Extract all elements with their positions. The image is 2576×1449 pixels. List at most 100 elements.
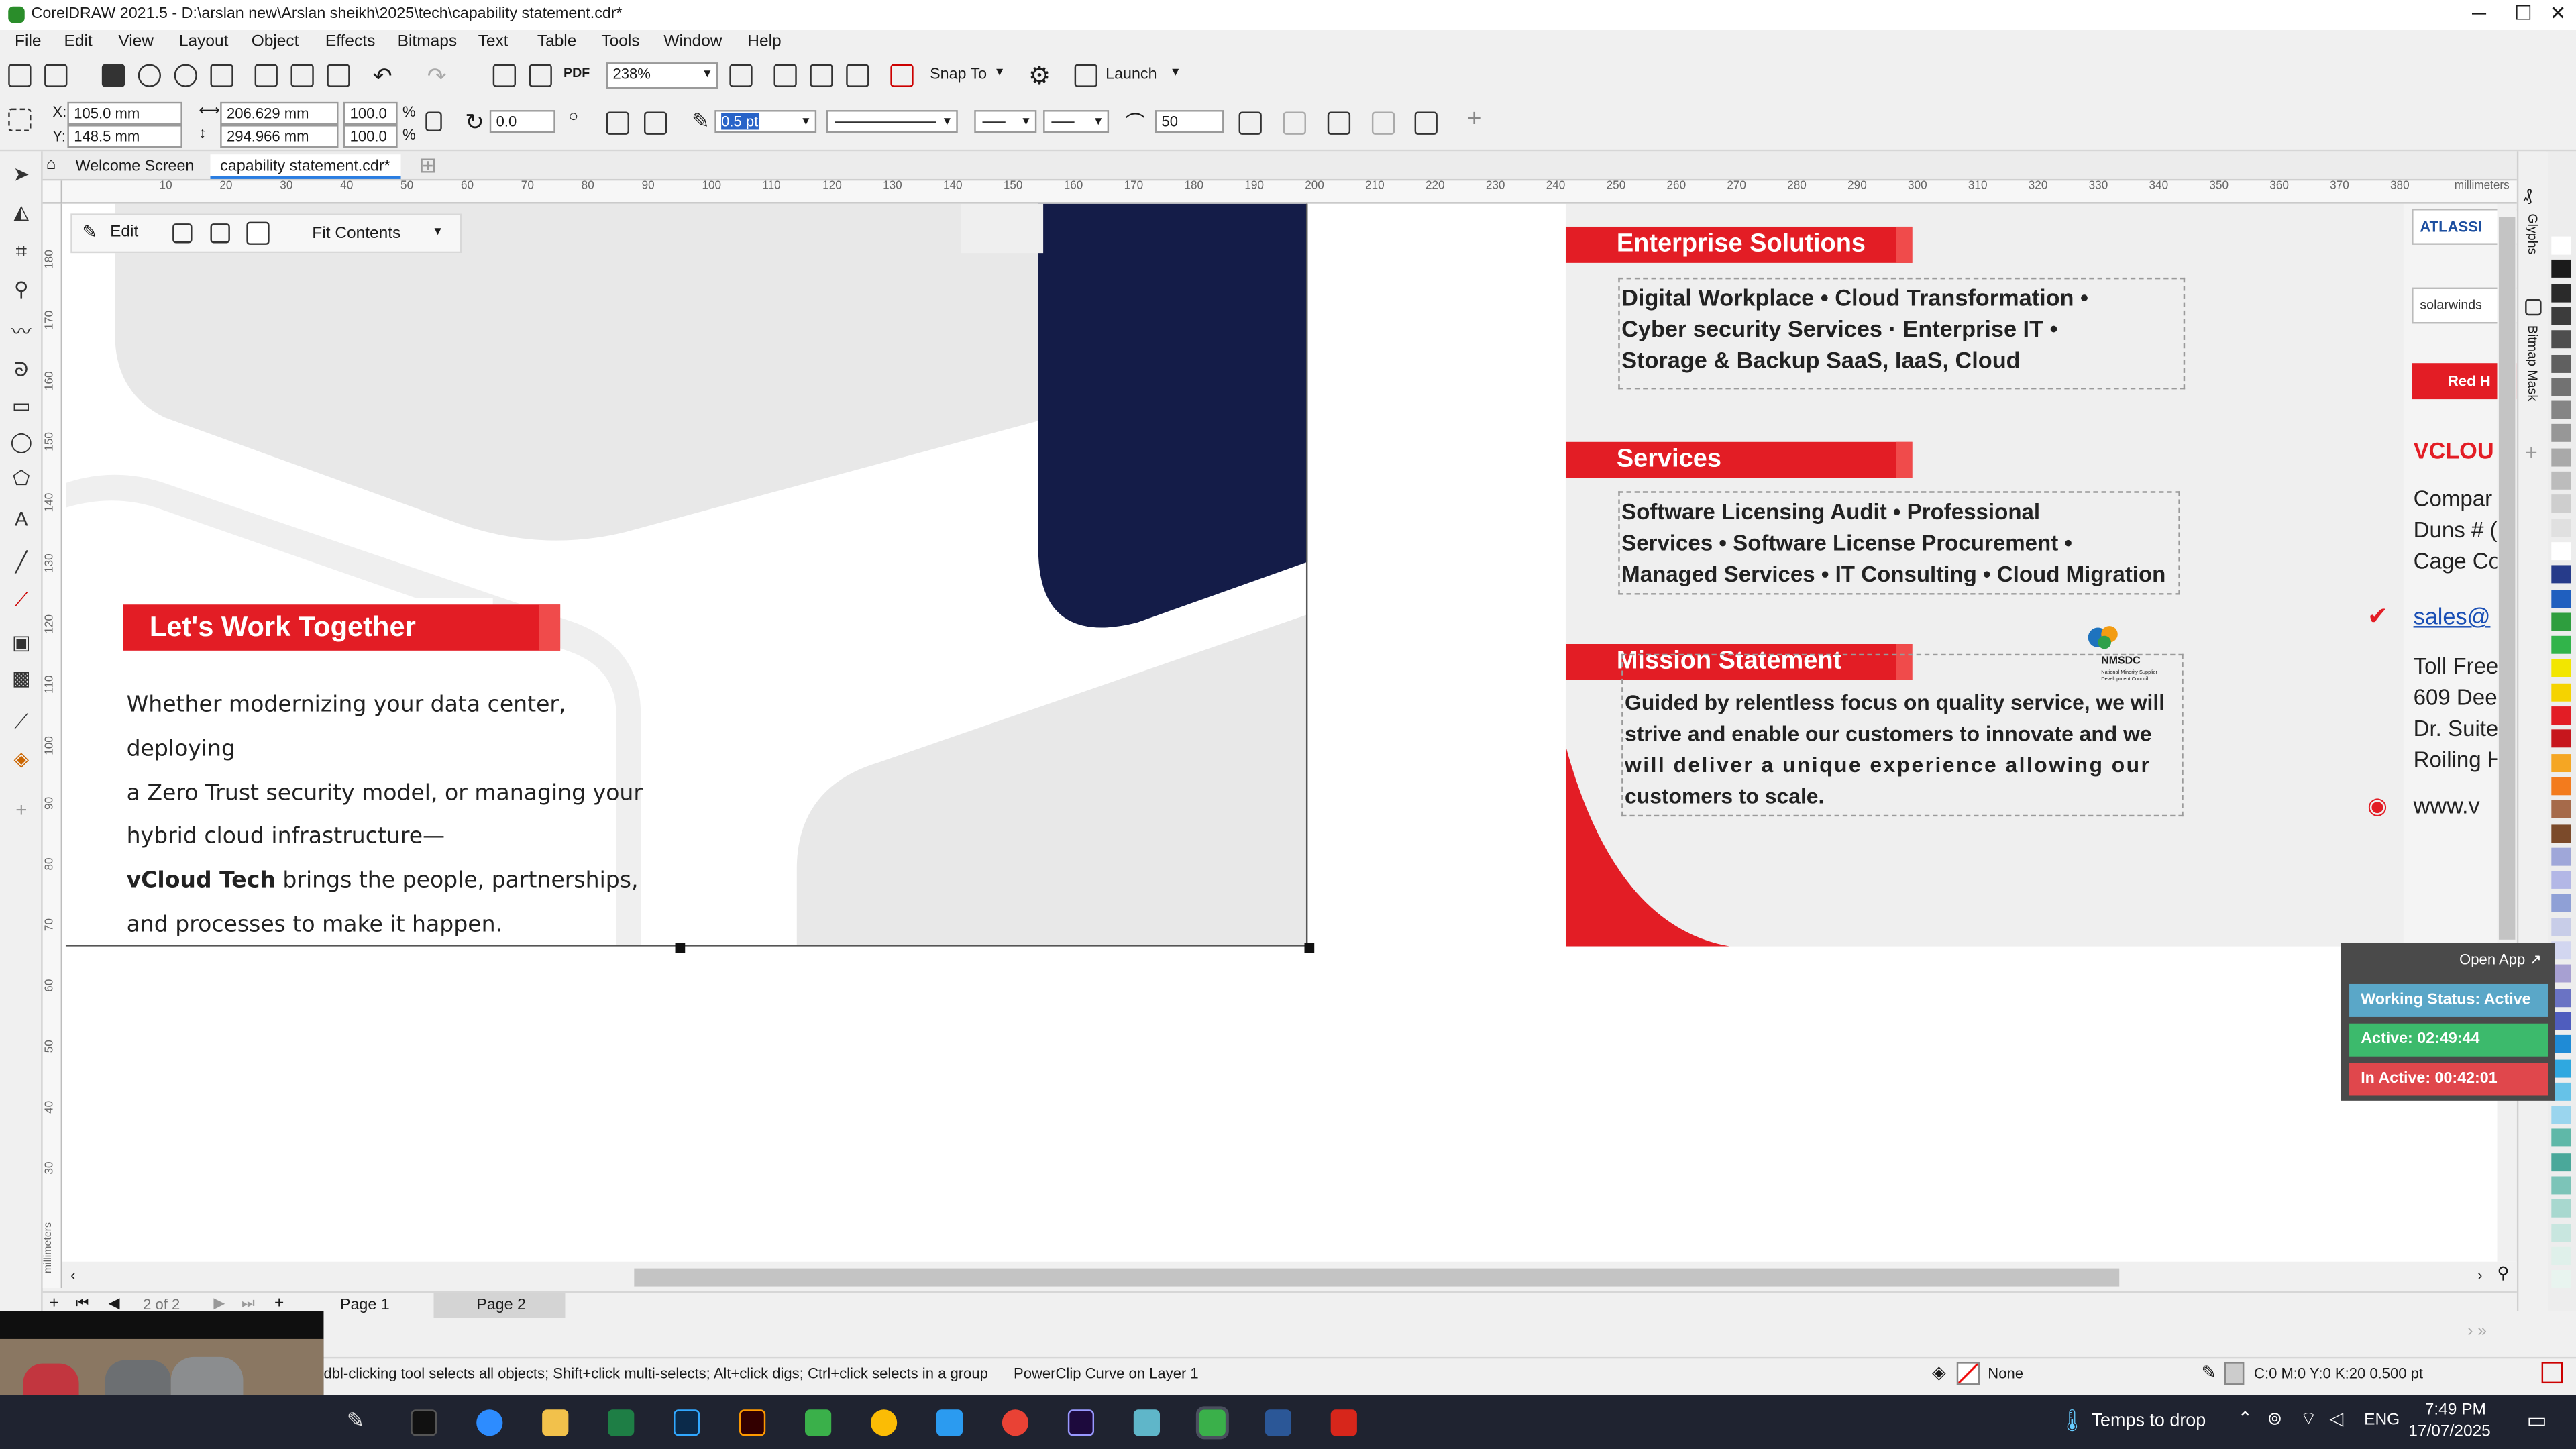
snap-to-chevron-icon[interactable]: ▼ <box>994 67 1006 78</box>
first-page-icon[interactable]: ⏮ <box>76 1295 89 1313</box>
menu-text[interactable]: Text <box>478 33 508 51</box>
launch-icon[interactable] <box>1074 64 1097 87</box>
edit-curve-icon[interactable] <box>1238 111 1262 135</box>
snap-to-dropdown[interactable]: Snap To <box>930 66 987 84</box>
add-tool-icon[interactable]: + <box>10 798 33 821</box>
polygon-tool-icon[interactable]: ⬠ <box>10 467 33 490</box>
coreldraw-active-taskbar-icon[interactable] <box>1195 1406 1229 1440</box>
pick-tool-icon[interactable]: ➤ <box>10 162 33 185</box>
clock-date[interactable]: 17/07/2025 <box>2408 1423 2491 1441</box>
notifications-icon[interactable]: ▭ <box>2527 1408 2547 1434</box>
connector-tool-icon[interactable]: ⟋ <box>10 588 33 611</box>
mirror-horizontal-icon[interactable] <box>606 111 629 135</box>
palette-swatch[interactable] <box>2551 518 2571 537</box>
palette-swatch[interactable] <box>2551 871 2571 890</box>
open-icon[interactable] <box>44 64 68 87</box>
palette-swatch[interactable] <box>2551 1223 2571 1242</box>
line-style-select[interactable]: ▼ <box>826 110 958 133</box>
bitmap-mask-tab[interactable]: Bitmap Mask <box>2525 325 2540 401</box>
tray-chevron-icon[interactable]: ⌃ <box>2238 1408 2253 1429</box>
drawing-canvas[interactable]: Let's Work Together Whether modernizing … <box>62 203 2517 1262</box>
powerclip-edit-button[interactable]: Edit <box>110 223 138 241</box>
wifi-icon[interactable]: ⌔ <box>2300 1408 2317 1431</box>
pen-taskbar-icon[interactable]: ✎ <box>347 1408 365 1434</box>
export-icon[interactable] <box>529 64 552 87</box>
home-icon[interactable]: ⌂ <box>46 156 56 174</box>
add-docker-icon[interactable]: + <box>2525 440 2538 465</box>
vscode-taskbar-icon[interactable] <box>936 1409 963 1436</box>
palette-swatch[interactable] <box>2551 1176 2571 1195</box>
undo-icon[interactable]: ↶ <box>373 62 392 91</box>
add-property-icon[interactable]: + <box>1467 105 1481 133</box>
illustrator-taskbar-icon[interactable] <box>739 1409 766 1436</box>
prev-page-icon[interactable]: ◀ <box>109 1295 120 1313</box>
new-tab-icon[interactable]: ⊞ <box>419 153 437 179</box>
last-page-icon[interactable]: ⏭ <box>241 1295 255 1313</box>
fill-bucket-icon[interactable]: ◈ <box>1932 1362 1946 1383</box>
color-proof-icon[interactable] <box>2541 1362 2563 1384</box>
palette-swatch[interactable] <box>2551 918 2571 936</box>
selection-handle-bottom[interactable] <box>675 943 686 953</box>
volume-icon[interactable]: ◁ <box>2330 1408 2344 1429</box>
vertical-ruler[interactable]: 180 170 160 150 140 130 120 110 100 90 80 70 60 50 40 3… <box>42 203 63 1289</box>
menu-tools[interactable]: Tools <box>601 33 639 51</box>
tab-welcome-screen[interactable]: Welcome Screen <box>66 154 204 179</box>
add-page-before-icon[interactable]: + <box>49 1295 58 1313</box>
ruler-origin[interactable] <box>42 180 63 204</box>
menu-layout[interactable]: Layout <box>179 33 229 51</box>
smoothing-field[interactable]: 50 <box>1155 110 1224 133</box>
palette-swatch[interactable] <box>2551 447 2571 466</box>
palette-swatch[interactable] <box>2551 894 2571 913</box>
crop-tool-icon[interactable]: ⌗ <box>10 240 33 263</box>
menu-table[interactable]: Table <box>537 33 577 51</box>
palette-swatch[interactable] <box>2551 1199 2571 1218</box>
distribute-icon[interactable] <box>1414 111 1438 135</box>
vertical-scrollbar[interactable] <box>2497 203 2517 1262</box>
options-gear-icon[interactable]: ⚙ <box>1028 61 1051 91</box>
x-position-field[interactable]: 105.0 mm <box>67 101 182 125</box>
language-indicator[interactable]: ENG <box>2364 1411 2400 1430</box>
tab-capability-statement[interactable]: capability statement.cdr* <box>210 154 400 179</box>
eyedropper-icon[interactable]: ⟋ <box>10 710 33 733</box>
add-page-after-icon[interactable]: + <box>274 1295 284 1313</box>
fit-contents-dropdown[interactable]: Fit Contents <box>312 225 400 244</box>
new-document-icon[interactable] <box>8 64 32 87</box>
palette-swatch[interactable] <box>2551 777 2571 796</box>
outline-pen-status-icon[interactable]: ✎ <box>2202 1362 2217 1383</box>
close-button[interactable]: ✕ <box>2543 1 2573 28</box>
bitmap-mask-icon[interactable] <box>2525 299 2542 316</box>
lock-ratio-icon[interactable] <box>425 111 442 131</box>
palette-swatch[interactable] <box>2551 236 2571 255</box>
palette-swatch[interactable] <box>2551 1152 2571 1171</box>
page-2-tab[interactable]: Page 2 <box>433 1293 566 1318</box>
import-icon[interactable] <box>492 64 516 87</box>
align-icon[interactable] <box>1371 111 1395 135</box>
palette-swatch[interactable] <box>2551 1106 2571 1124</box>
file-explorer-taskbar-icon[interactable] <box>542 1409 569 1436</box>
width-field[interactable]: 206.629 mm <box>220 101 339 125</box>
launch-chevron-icon[interactable]: ▼ <box>1170 67 1181 78</box>
start-arrow-select[interactable]: ▼ <box>974 110 1037 133</box>
menu-object[interactable]: Object <box>252 33 299 51</box>
palette-swatch[interactable] <box>2551 612 2571 631</box>
maximize-button[interactable]: ☐ <box>2509 1 2538 28</box>
palette-swatch[interactable] <box>2551 1246 2571 1265</box>
select-contents-icon[interactable] <box>172 223 193 244</box>
fit-contents-chevron-icon[interactable]: ▼ <box>432 227 443 238</box>
interactive-fill-icon[interactable]: ◈ <box>10 747 33 770</box>
palette-swatch[interactable] <box>2551 260 2571 278</box>
photoshop-taskbar-icon[interactable] <box>674 1409 700 1436</box>
cloud-icon[interactable] <box>138 64 162 87</box>
sales-email-link[interactable]: sales@ <box>2414 603 2491 629</box>
palette-swatch[interactable] <box>2551 330 2571 349</box>
app-taskbar-icon[interactable] <box>1133 1409 1160 1436</box>
rotation-angle-field[interactable]: 0.0 <box>489 110 555 133</box>
zoom-fit-icon[interactable]: ⚲ <box>2497 1265 2509 1283</box>
outline-color-swatch[interactable] <box>2224 1362 2245 1385</box>
drop-shadow-icon[interactable]: ▣ <box>10 631 33 653</box>
cloud-upload-icon[interactable] <box>174 64 197 87</box>
height-field[interactable]: 294.966 mm <box>220 125 339 148</box>
zoom-tool-icon[interactable]: ⚲ <box>10 278 33 301</box>
network-icon[interactable]: ⊚ <box>2267 1408 2283 1429</box>
chrome-taskbar-icon[interactable] <box>870 1409 898 1436</box>
